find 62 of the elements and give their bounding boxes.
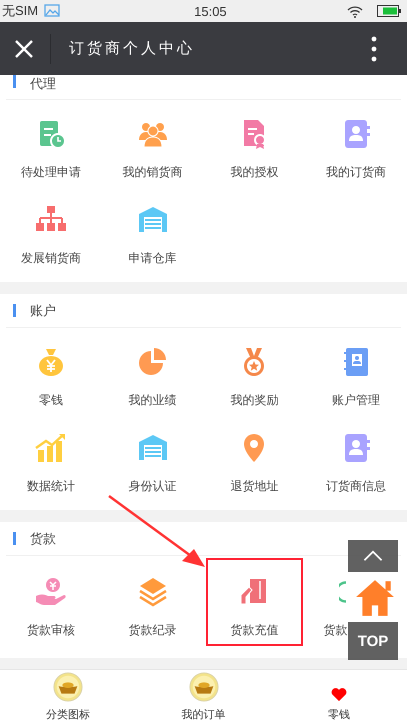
close-icon[interactable]	[14, 38, 34, 58]
menu-label: 发展销货商	[20, 250, 81, 267]
coin-hand-icon	[34, 576, 67, 608]
menu-label: 申请仓库	[128, 250, 177, 267]
scroll-up-button[interactable]	[348, 540, 398, 572]
menu-label: 订货商信息	[326, 478, 386, 495]
carrier-text: 无SIM	[2, 2, 38, 20]
menu-item[interactable]: 零钱	[0, 328, 102, 414]
menu-label: 货款审核	[26, 622, 75, 639]
nav-tab[interactable]: 我的订单	[136, 670, 272, 724]
menu-label: 货款纪录	[128, 622, 177, 639]
menu-label: 我的授权	[230, 164, 278, 181]
menu-item[interactable]: 货款充值	[204, 556, 306, 648]
menu-label: 我的订货商	[326, 164, 386, 181]
menu-label: 账户管理	[332, 392, 380, 409]
menu-item[interactable]: 我的订货商	[305, 100, 407, 186]
more-icon[interactable]	[371, 36, 377, 62]
growth-chart-icon	[34, 432, 67, 464]
menu-item[interactable]: 发展销货商	[0, 186, 102, 272]
section-title: 账户	[30, 302, 56, 320]
section-title: 代理	[30, 76, 56, 93]
layers-icon	[136, 576, 169, 608]
menu-item[interactable]: 货款纪录	[102, 556, 204, 648]
nav-tab[interactable]: 分类图标	[0, 670, 136, 724]
menu-item[interactable]: 货款审核	[0, 556, 102, 648]
menu-label: 待处理申请	[20, 164, 81, 181]
menu-item[interactable]: 退货地址	[204, 414, 306, 500]
menu-label: 数据统计	[26, 478, 75, 495]
menu-label: 货款	[323, 622, 348, 639]
page-title: 订货商个人中心	[69, 39, 196, 58]
menu-item[interactable]: 我的业绩	[102, 328, 204, 414]
menu-item[interactable]: 我的奖励	[204, 328, 306, 414]
chevron-up-icon	[362, 550, 384, 562]
section-title: 货款	[30, 530, 56, 548]
menu-label: 我的业绩	[128, 392, 177, 409]
menu-item[interactable]: 我的销货商	[102, 100, 204, 186]
ingot-coin-icon	[188, 672, 218, 702]
arc-icon	[339, 581, 348, 603]
menu-label: 退货地址	[230, 478, 278, 495]
menu-label: 零钱	[38, 392, 63, 409]
menu-label: 身份认证	[128, 478, 177, 495]
heart-icon	[331, 687, 348, 702]
menu-item[interactable]: 货款	[307, 556, 348, 648]
nav-tab[interactable]: 零钱	[271, 670, 407, 724]
menu-item[interactable]: 账户管理	[305, 328, 407, 414]
ingot-coin-icon	[52, 672, 83, 702]
home-icon[interactable]	[354, 578, 396, 618]
menu-label: 货款充值	[230, 622, 278, 639]
menu-item[interactable]: 待处理申请	[0, 100, 102, 186]
menu-label: 我的销货商	[122, 164, 183, 181]
back-to-top-button[interactable]: TOP	[348, 622, 398, 660]
menu-item[interactable]: 数据统计	[0, 414, 102, 500]
pie-chart-icon	[136, 346, 169, 378]
menu-item[interactable]: 订货商信息	[305, 414, 407, 500]
gallery-icon	[44, 4, 60, 18]
clock-text: 15:05	[194, 4, 228, 18]
menu-item[interactable]: 申请仓库	[102, 186, 204, 272]
menu-item[interactable]: 我的授权	[204, 100, 306, 186]
battery-icon	[377, 5, 401, 17]
menu-label: 我的奖励	[230, 392, 278, 409]
menu-item[interactable]: 身份认证	[102, 414, 204, 500]
wifi-icon	[347, 4, 363, 18]
